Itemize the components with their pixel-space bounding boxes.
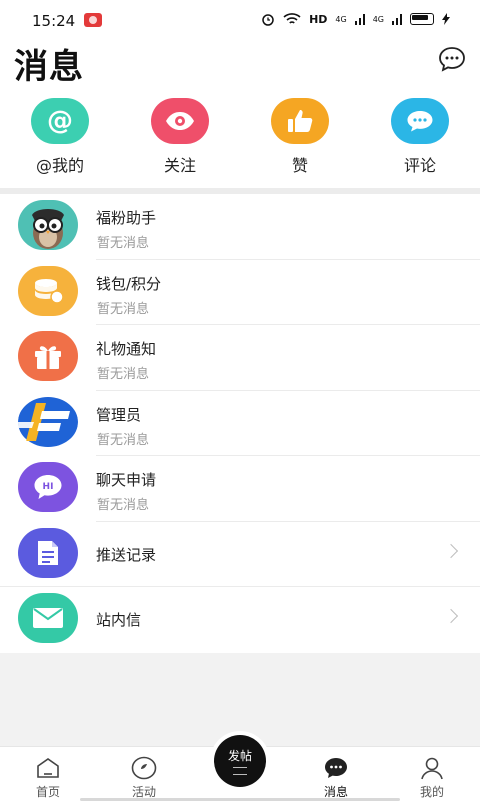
wifi-icon: [283, 12, 301, 24]
quick-item-at-me[interactable]: @ @我的: [10, 98, 110, 176]
activity-icon: [131, 755, 157, 781]
chat-bubble-icon[interactable]: [438, 46, 466, 72]
quick-label: 关注: [163, 156, 196, 175]
quick-label: 赞: [291, 156, 308, 175]
signal-icon: [354, 14, 365, 25]
charging-icon: [442, 13, 450, 25]
eye-icon: [151, 98, 209, 144]
item-subtitle: 暂无消息: [97, 432, 150, 448]
message-list: 福粉助手 暂无消息 钱包/积分 暂无消息 礼物通知 暂无消息 管理员 暂无消息 …: [0, 194, 480, 653]
thumbs-up-icon: [271, 98, 329, 144]
post-label: 发帖: [227, 749, 252, 763]
item-subtitle: 暂无消息: [97, 301, 150, 317]
menu-lines-icon: [233, 767, 247, 775]
document-icon: [18, 527, 78, 578]
signal-icon: [392, 14, 402, 25]
list-item-chat-request[interactable]: HI 聊天申请 暂无消息: [0, 456, 480, 522]
battery-icon: [410, 13, 434, 25]
status-time: 15:24: [32, 12, 76, 30]
chevron-right-icon: [443, 543, 459, 558]
envelope-icon: [18, 593, 78, 643]
header: 消息: [0, 42, 480, 92]
tab-activity[interactable]: 活动: [96, 747, 192, 801]
item-title: 管理员: [96, 405, 142, 424]
home-icon: [35, 755, 61, 781]
item-title: 福粉助手: [96, 209, 157, 227]
chevron-right-icon: [443, 608, 459, 624]
item-subtitle: 暂无消息: [97, 367, 150, 382]
item-subtitle: 暂无消息: [97, 498, 150, 513]
at-icon: @: [31, 98, 89, 144]
post-button[interactable]: 发帖: [214, 735, 266, 787]
list-item-push-history[interactable]: 推送记录: [0, 522, 480, 587]
list-item-inbox[interactable]: 站内信: [0, 587, 480, 653]
list-item-fan-assistant[interactable]: 福粉助手 暂无消息: [0, 194, 480, 260]
user-icon: [419, 755, 445, 781]
owl-mascot-icon: [18, 200, 78, 250]
svg-text:HI: HI: [43, 482, 54, 492]
list-item-wallet[interactable]: 钱包/积分 暂无消息: [0, 260, 480, 325]
tab-messages[interactable]: 消息: [288, 747, 384, 801]
quick-item-comment[interactable]: 评论: [370, 98, 470, 176]
quick-item-like[interactable]: 赞: [250, 98, 350, 176]
speech-bubble-icon: [391, 98, 449, 144]
item-title: 推送记录: [96, 545, 157, 564]
tab-home[interactable]: 首页: [0, 747, 96, 801]
status-icons: HD 4G 4G: [261, 12, 450, 26]
alarm-icon: [262, 14, 274, 26]
item-title: 站内信: [96, 611, 142, 629]
list-item-gift[interactable]: 礼物通知 暂无消息: [0, 325, 480, 391]
list-item-admin[interactable]: 管理员 暂无消息: [0, 391, 480, 456]
app-badge-icon: [84, 13, 102, 27]
page-title: 消息: [14, 47, 84, 87]
item-title: 聊天申请: [96, 471, 157, 489]
tab-me[interactable]: 我的: [384, 747, 480, 801]
quick-categories: @ @我的 关注 赞 评论: [0, 92, 480, 188]
item-title: 礼物通知: [96, 340, 157, 358]
item-title: 钱包/积分: [96, 274, 162, 293]
admin-logo-icon: [18, 396, 78, 447]
status-bar: 15:24 HD 4G 4G: [0, 0, 480, 42]
message-icon: [323, 755, 349, 781]
bottom-tab-bar: 首页 活动 发帖 消息 我的: [0, 735, 480, 801]
signal-label-1: 4G: [335, 14, 347, 24]
hi-chat-icon: HI: [18, 462, 78, 512]
quick-label: 评论: [403, 156, 436, 175]
item-subtitle: 暂无消息: [97, 236, 150, 251]
quick-item-follow[interactable]: 关注: [130, 98, 230, 176]
coins-icon: [18, 265, 78, 316]
signal-label-2: 4G: [372, 14, 384, 24]
hd-label: HD: [309, 12, 328, 26]
quick-label: @我的: [35, 156, 84, 175]
gift-icon: [18, 331, 78, 381]
